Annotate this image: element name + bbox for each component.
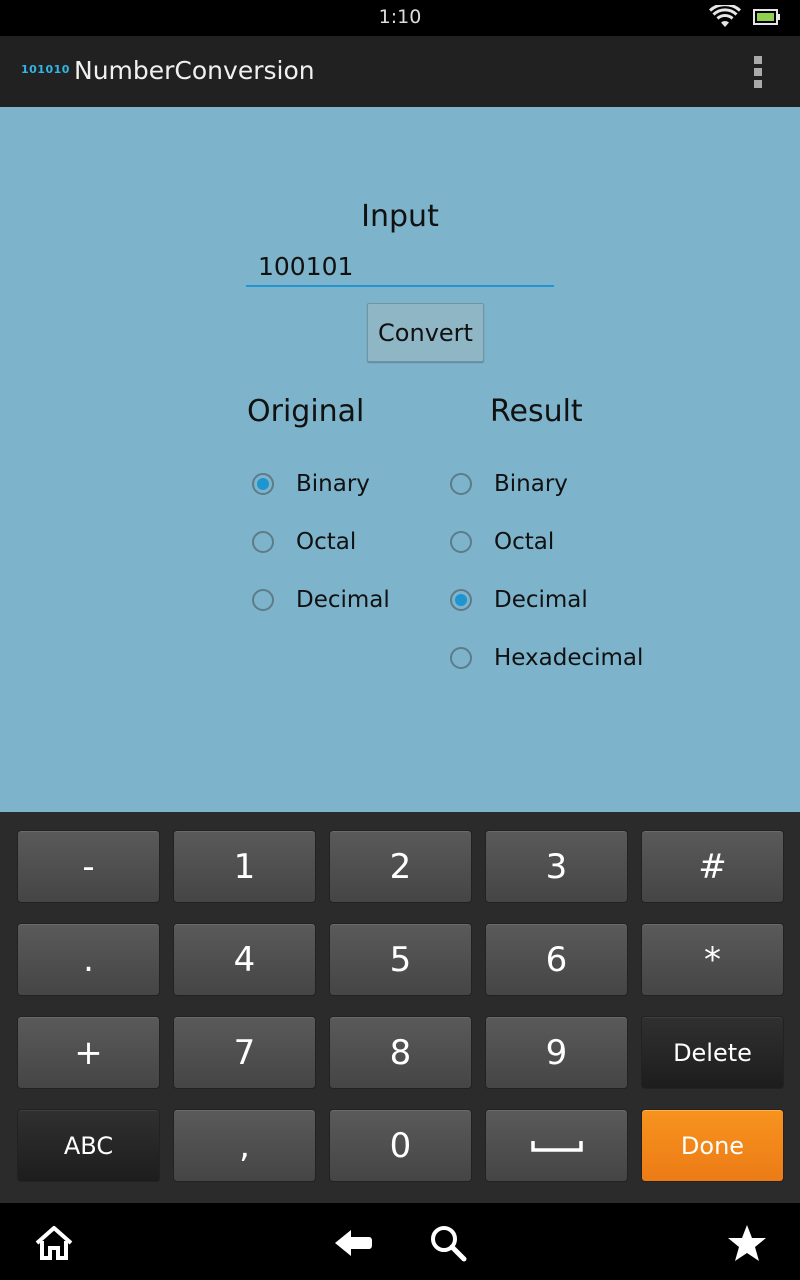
result-binary-radio[interactable]: Binary [450, 464, 568, 504]
key-comma[interactable]: , [173, 1109, 316, 1182]
radio-label: Octal [296, 529, 357, 555]
key-done[interactable]: Done [641, 1109, 784, 1182]
action-bar: 101010 NumberConversion [0, 36, 800, 108]
key-hash[interactable]: # [641, 830, 784, 903]
space-bar-icon [530, 1140, 583, 1152]
radio-label: Decimal [296, 587, 390, 613]
original-binary-radio[interactable]: Binary [252, 464, 370, 504]
original-title: Original [247, 394, 365, 429]
key-asterisk[interactable]: * [641, 923, 784, 996]
key-4[interactable]: 4 [173, 923, 316, 996]
radio-button-icon [252, 589, 274, 611]
radio-label: Decimal [494, 587, 588, 613]
nav-bar [0, 1203, 800, 1280]
radio-label: Binary [494, 471, 568, 497]
radio-button-icon [252, 473, 274, 495]
key-delete[interactable]: Delete [641, 1016, 784, 1089]
result-title: Result [490, 394, 583, 429]
key-1[interactable]: 1 [173, 830, 316, 903]
radio-button-icon [450, 647, 472, 669]
key-abc[interactable]: ABC [17, 1109, 160, 1182]
key-5[interactable]: 5 [329, 923, 472, 996]
radio-button-icon [450, 473, 472, 495]
back-icon[interactable] [331, 1221, 375, 1265]
key-3[interactable]: 3 [485, 830, 628, 903]
result-decimal-radio[interactable]: Decimal [450, 580, 588, 620]
radio-label: Hexadecimal [494, 645, 644, 671]
original-decimal-radio[interactable]: Decimal [252, 580, 390, 620]
radio-button-icon [450, 589, 472, 611]
wifi-icon [709, 5, 741, 27]
space-key[interactable] [485, 1109, 628, 1182]
radio-label: Binary [296, 471, 370, 497]
number-input[interactable] [246, 247, 554, 287]
key-plus[interactable]: + [17, 1016, 160, 1089]
input-label: Input [361, 199, 439, 234]
key-period[interactable]: . [17, 923, 160, 996]
home-icon[interactable] [32, 1221, 76, 1265]
key-8[interactable]: 8 [329, 1016, 472, 1089]
key-minus[interactable]: - [17, 830, 160, 903]
status-time: 1:10 [378, 6, 422, 28]
app-title: NumberConversion [74, 56, 315, 85]
key-6[interactable]: 6 [485, 923, 628, 996]
numeric-keyboard: -1 2 3 #. 4 5 6 * +7 8 9 Delete ABC, 0 Done [0, 812, 800, 1203]
key-0[interactable]: 0 [329, 1109, 472, 1182]
radio-button-icon [450, 531, 472, 553]
result-hexadecimal-radio[interactable]: Hexadecimal [450, 638, 643, 678]
battery-icon [753, 9, 780, 25]
convert-button[interactable]: Convert [367, 303, 484, 362]
key-7[interactable]: 7 [173, 1016, 316, 1089]
star-icon[interactable] [725, 1221, 769, 1265]
key-2[interactable]: 2 [329, 830, 472, 903]
status-bar: 1:10 [0, 0, 800, 36]
app-logo: 101010 [21, 63, 70, 76]
result-octal-radio[interactable]: Octal [450, 522, 554, 562]
original-octal-radio[interactable]: Octal [252, 522, 356, 562]
radio-button-icon [252, 531, 274, 553]
overflow-menu-icon[interactable] [748, 52, 768, 92]
content-area: Input Convert Original Result Binary Octa… [0, 107, 800, 812]
key-9[interactable]: 9 [485, 1016, 628, 1089]
search-icon[interactable] [426, 1221, 470, 1265]
radio-label: Octal [494, 529, 555, 555]
